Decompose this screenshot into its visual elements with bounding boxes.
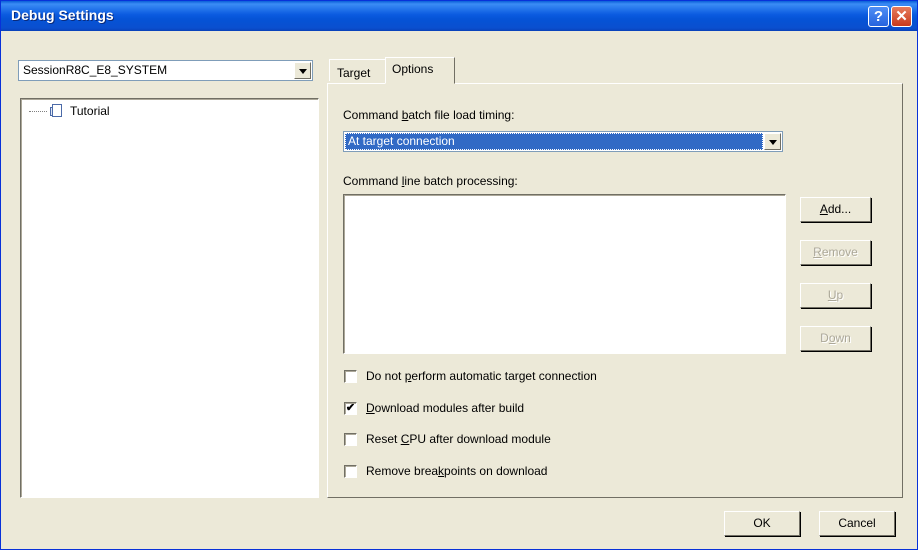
tab-target[interactable]: Target <box>329 59 385 81</box>
batch-label: Command line batch processing: <box>343 174 518 188</box>
checkbox-label: Remove breakpoints on download <box>366 464 548 478</box>
ok-button[interactable]: OK <box>724 511 800 536</box>
tree-item-label: Tutorial <box>70 104 110 118</box>
tab-options-label: Options <box>392 62 434 76</box>
help-button[interactable]: ? <box>868 6 889 27</box>
up-button[interactable]: Up <box>800 283 871 308</box>
help-icon: ? <box>873 8 884 25</box>
tree-connector <box>29 110 47 112</box>
checkbox-box[interactable]: ✔ <box>344 401 357 415</box>
remove-breakpoints-checkbox[interactable]: Remove breakpoints on download <box>344 464 547 478</box>
title-bar[interactable]: Debug Settings ? ✕ <box>1 1 917 31</box>
reset-cpu-checkbox[interactable]: Reset CPU after download module <box>344 432 551 446</box>
tab-options[interactable]: Options <box>385 57 455 84</box>
tab-target-label: Target <box>337 66 371 80</box>
down-button[interactable]: Down <box>800 326 871 351</box>
timing-label: Command batch file load timing: <box>343 108 515 122</box>
checkbox-box[interactable] <box>344 432 357 446</box>
cancel-button[interactable]: Cancel <box>819 511 895 536</box>
checkbox-box[interactable] <box>344 464 357 478</box>
close-button[interactable]: ✕ <box>891 6 912 27</box>
no-auto-connect-checkbox[interactable]: Do not perform automatic target connecti… <box>344 369 597 383</box>
load-timing-value: At target connection <box>345 133 763 150</box>
chevron-down-icon <box>769 140 777 145</box>
batch-list[interactable] <box>343 194 786 354</box>
download-after-build-checkbox[interactable]: ✔ Download modules after build <box>344 401 524 415</box>
checkbox-label: Reset CPU after download module <box>366 432 551 446</box>
load-timing-dropdown-button[interactable] <box>764 133 781 150</box>
session-tree[interactable]: Tutorial <box>20 98 319 498</box>
session-select-value: SessionR8C_E8_SYSTEM <box>23 63 168 77</box>
session-icon <box>50 104 64 118</box>
window-title: Debug Settings <box>11 7 114 23</box>
session-select[interactable]: SessionR8C_E8_SYSTEM <box>18 60 313 81</box>
checkbox-label: Do not perform automatic target connecti… <box>366 369 597 383</box>
check-icon: ✔ <box>345 401 356 414</box>
tree-item-tutorial[interactable]: Tutorial <box>29 104 110 118</box>
checkbox-box[interactable] <box>344 369 357 383</box>
load-timing-select[interactable]: At target connection <box>343 131 783 152</box>
close-icon: ✕ <box>895 8 908 25</box>
add-button[interactable]: Add... <box>800 197 871 222</box>
debug-settings-dialog: Debug Settings ? ✕ SessionR8C_E8_SYSTEM … <box>0 0 918 550</box>
session-dropdown-button[interactable] <box>294 62 311 79</box>
remove-button[interactable]: Remove <box>800 240 871 265</box>
chevron-down-icon <box>299 69 307 74</box>
checkbox-label: Download modules after build <box>366 401 525 415</box>
